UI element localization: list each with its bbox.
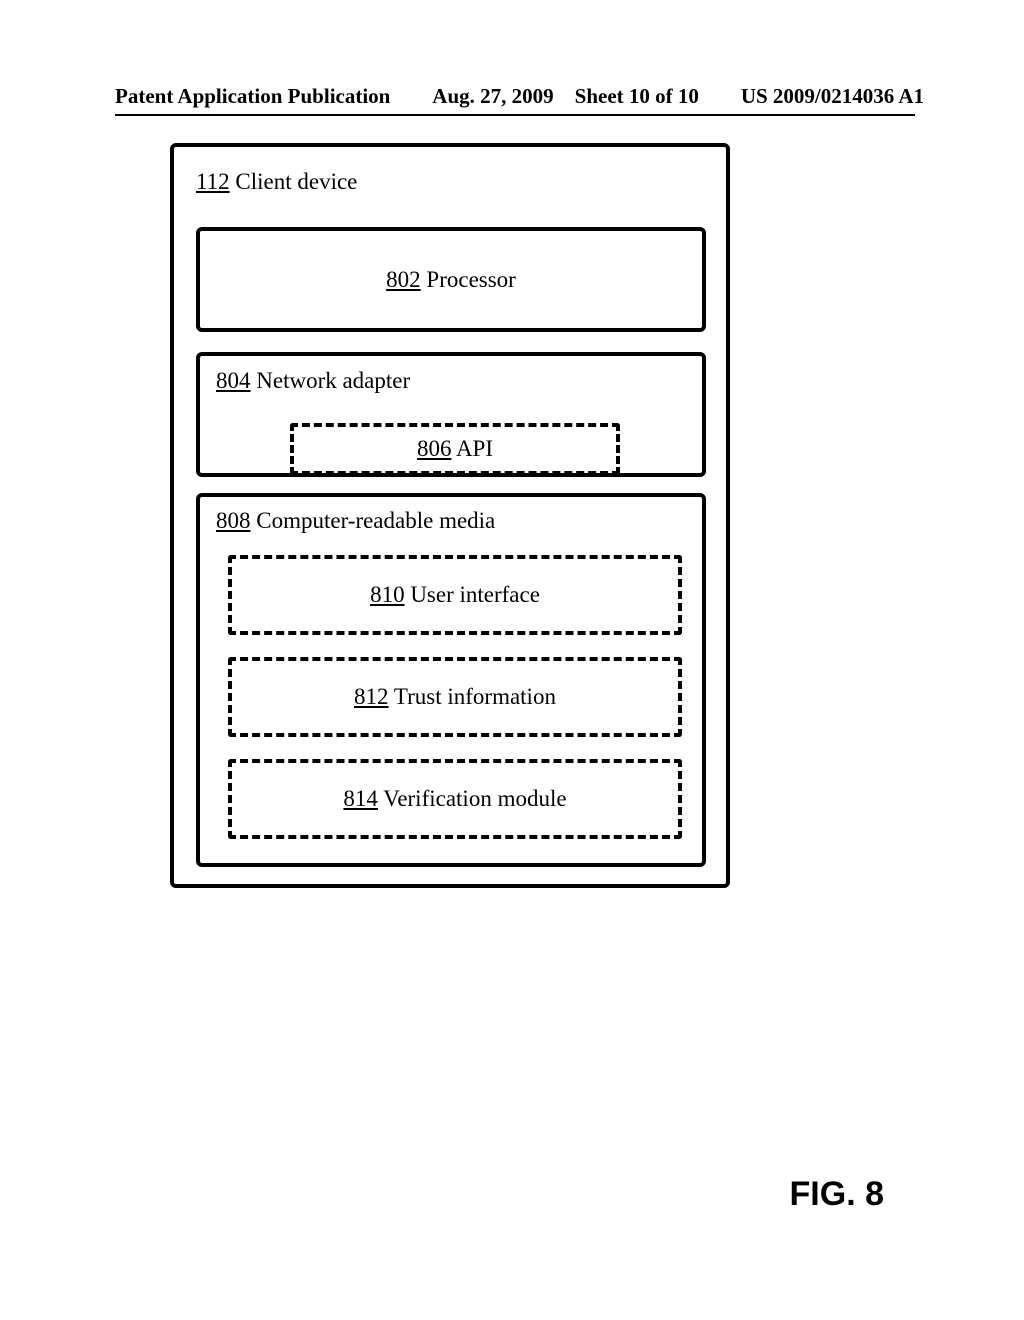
network-adapter-box: 804 Network adapter 806 API xyxy=(196,352,706,477)
header-left: Patent Application Publication xyxy=(115,84,390,109)
processor-box: 802 Processor xyxy=(196,227,706,332)
network-adapter-text: Network adapter xyxy=(251,368,411,393)
crm-text: Computer-readable media xyxy=(251,508,496,533)
verification-module-label: 814 Verification module xyxy=(343,786,566,812)
ref-810: 810 xyxy=(370,582,405,607)
ref-806: 806 xyxy=(417,436,452,461)
header-pubno: US 2009/0214036 A1 xyxy=(741,84,924,109)
page-header: Patent Application Publication Aug. 27, … xyxy=(115,84,924,109)
header-sheet: Sheet 10 of 10 xyxy=(575,84,699,108)
user-interface-text: User interface xyxy=(405,582,540,607)
figure-label: FIG. 8 xyxy=(790,1175,884,1214)
client-device-box: 112 Client device 802 Processor 804 Netw… xyxy=(170,143,730,888)
ref-814: 814 xyxy=(343,786,378,811)
ref-812: 812 xyxy=(354,684,389,709)
ref-804: 804 xyxy=(216,368,251,393)
computer-readable-media-box: 808 Computer-readable media 810 User int… xyxy=(196,493,706,867)
user-interface-box: 810 User interface xyxy=(228,555,682,635)
ref-808: 808 xyxy=(216,508,251,533)
user-interface-label: 810 User interface xyxy=(370,582,540,608)
verification-module-box: 814 Verification module xyxy=(228,759,682,839)
client-device-label: 112 Client device xyxy=(196,169,357,195)
trust-information-box: 812 Trust information xyxy=(228,657,682,737)
api-label: 806 API xyxy=(417,436,493,462)
ref-112: 112 xyxy=(196,169,230,194)
header-center: Aug. 27, 2009 Sheet 10 of 10 xyxy=(422,84,709,109)
processor-label: 802 Processor xyxy=(386,267,516,293)
header-rule xyxy=(115,114,915,116)
trust-information-text: Trust information xyxy=(389,684,556,709)
verification-module-text: Verification module xyxy=(378,786,567,811)
header-date: Aug. 27, 2009 xyxy=(432,84,553,108)
trust-information-label: 812 Trust information xyxy=(354,684,556,710)
crm-label: 808 Computer-readable media xyxy=(216,508,495,534)
api-text: API xyxy=(451,436,493,461)
api-box: 806 API xyxy=(290,423,620,475)
client-device-text: Client device xyxy=(230,169,358,194)
page: Patent Application Publication Aug. 27, … xyxy=(0,0,1024,1320)
network-adapter-label: 804 Network adapter xyxy=(216,368,410,394)
processor-text: Processor xyxy=(421,267,516,292)
ref-802: 802 xyxy=(386,267,421,292)
